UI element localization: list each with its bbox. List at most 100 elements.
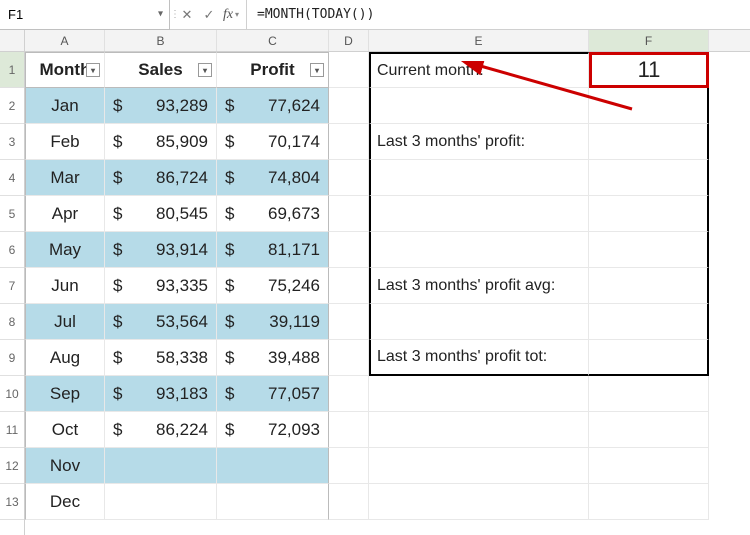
cell-empty[interactable] [329,484,369,520]
cell-empty[interactable] [329,376,369,412]
cell-month[interactable]: Feb [25,124,105,160]
row-header-12[interactable]: 12 [0,448,24,484]
row-header-4[interactable]: 4 [0,160,24,196]
cell-month[interactable]: Sep [25,376,105,412]
formula-input[interactable]: =MONTH(TODAY()) [246,0,750,30]
cell-f7[interactable] [589,268,709,304]
cell-e12[interactable] [369,448,589,484]
cell-sales[interactable] [105,484,217,520]
cell-empty[interactable] [329,268,369,304]
row-header-10[interactable]: 10 [0,376,24,412]
row-header-1[interactable]: 1 [0,52,24,88]
row-header-3[interactable]: 3 [0,124,24,160]
cell-f5[interactable] [589,196,709,232]
cell-empty[interactable] [329,160,369,196]
cell-sales[interactable]: $86,224 [105,412,217,448]
cell-profit[interactable]: $75,246 [217,268,329,304]
cell-month[interactable]: Apr [25,196,105,232]
cell-month[interactable]: Aug [25,340,105,376]
table-header-month[interactable]: Month ▾ [25,52,105,88]
cell-profit[interactable]: $77,057 [217,376,329,412]
cell-profit[interactable]: $39,488 [217,340,329,376]
cell-f8[interactable] [589,304,709,340]
cell-empty[interactable] [329,232,369,268]
cell-sales[interactable]: $93,335 [105,268,217,304]
col-header-f[interactable]: F [589,30,709,51]
cell-f11[interactable] [589,412,709,448]
cell-e1[interactable]: Current month: [369,52,589,88]
cell-e5[interactable] [369,196,589,232]
cell-e3[interactable]: Last 3 months' profit: [369,124,589,160]
cell-f13[interactable] [589,484,709,520]
cell-profit[interactable]: $81,171 [217,232,329,268]
cell-e2[interactable] [369,88,589,124]
cell-f4[interactable] [589,160,709,196]
row-header-2[interactable]: 2 [0,88,24,124]
col-header-a[interactable]: A [25,30,105,51]
cell-f6[interactable] [589,232,709,268]
row-header-6[interactable]: 6 [0,232,24,268]
row-header-9[interactable]: 9 [0,340,24,376]
sheet[interactable]: Month ▾ Sales ▾ Profit ▾ Current month: … [25,52,750,520]
cell-f3[interactable] [589,124,709,160]
col-header-b[interactable]: B [105,30,217,51]
cell-month[interactable]: Jul [25,304,105,340]
cell-e11[interactable] [369,412,589,448]
filter-icon[interactable]: ▾ [198,63,212,77]
cell-month[interactable]: May [25,232,105,268]
cell-profit[interactable]: $77,624 [217,88,329,124]
insert-function-button[interactable]: fx▾ [220,3,242,27]
cell-month[interactable]: Mar [25,160,105,196]
cell-e4[interactable] [369,160,589,196]
select-all-corner[interactable] [0,30,24,52]
row-header-13[interactable]: 13 [0,484,24,520]
cell-month[interactable]: Dec [25,484,105,520]
cell-f2[interactable] [589,88,709,124]
col-header-d[interactable]: D [329,30,369,51]
cell-profit[interactable] [217,448,329,484]
cell-empty[interactable] [329,412,369,448]
cell-empty[interactable] [329,88,369,124]
row-header-5[interactable]: 5 [0,196,24,232]
cell-sales[interactable]: $85,909 [105,124,217,160]
cell-sales[interactable]: $93,289 [105,88,217,124]
cell-profit[interactable] [217,484,329,520]
filter-icon[interactable]: ▾ [310,63,324,77]
cell-e6[interactable] [369,232,589,268]
cell-e8[interactable] [369,304,589,340]
cell-profit[interactable]: $39,119 [217,304,329,340]
cell-sales[interactable]: $53,564 [105,304,217,340]
cell-profit[interactable]: $70,174 [217,124,329,160]
chevron-down-icon[interactable]: ▾ [158,9,163,20]
cell-profit[interactable]: $69,673 [217,196,329,232]
filter-icon[interactable]: ▾ [86,63,100,77]
cell-empty[interactable] [329,304,369,340]
cell-sales[interactable]: $58,338 [105,340,217,376]
cell-e9[interactable]: Last 3 months' profit tot: [369,340,589,376]
cell-sales[interactable]: $80,545 [105,196,217,232]
row-header-8[interactable]: 8 [0,304,24,340]
cell-sales[interactable] [105,448,217,484]
cell-profit[interactable]: $74,804 [217,160,329,196]
col-header-c[interactable]: C [217,30,329,51]
row-header-7[interactable]: 7 [0,268,24,304]
cell-profit[interactable]: $72,093 [217,412,329,448]
cell-e13[interactable] [369,484,589,520]
table-header-sales[interactable]: Sales ▾ [105,52,217,88]
name-box[interactable]: F1 ▾ [0,0,170,30]
cell-empty[interactable] [329,340,369,376]
enter-button[interactable]: ✓ [198,3,220,27]
cell-month[interactable]: Oct [25,412,105,448]
cell-empty[interactable] [329,448,369,484]
cell-d1[interactable] [329,52,369,88]
cell-empty[interactable] [329,124,369,160]
cell-sales[interactable]: $86,724 [105,160,217,196]
col-header-e[interactable]: E [369,30,589,51]
row-header-11[interactable]: 11 [0,412,24,448]
cancel-button[interactable]: ✕ [176,3,198,27]
cell-f1-selected[interactable]: 11 [589,52,709,88]
cell-f9[interactable] [589,340,709,376]
cell-sales[interactable]: $93,914 [105,232,217,268]
cell-f12[interactable] [589,448,709,484]
cell-month[interactable]: Jun [25,268,105,304]
